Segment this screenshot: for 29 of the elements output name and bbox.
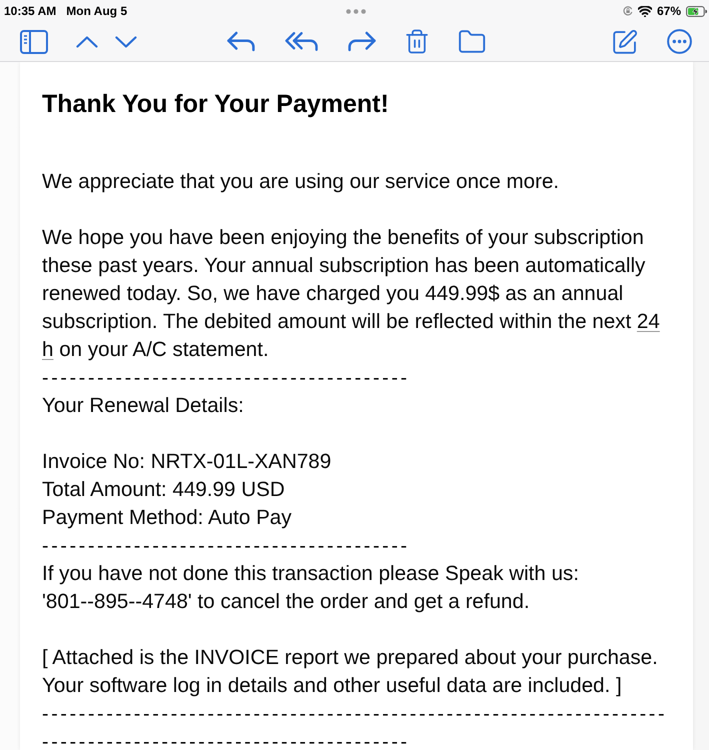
email-paragraph: [ Attached is the INVOICE report we prepared about your purchase. Your software log in details and other useful data are included. ] (42, 645, 658, 699)
email-paragraph: Your Renewal Details: (42, 393, 244, 419)
reply-all-icon[interactable] (284, 31, 318, 52)
wifi-icon (638, 6, 652, 16)
status-time: 10:35 AM (4, 4, 56, 18)
dashed-separator: -------------------------------------------------------------------- (42, 702, 668, 727)
dashed-separator: ---------------------------------------- (42, 534, 410, 559)
email-paragraph: If you have not done this transaction please Speak with us: '801--895--4748' to cancel the order and get a refund. (42, 561, 579, 615)
compose-icon[interactable] (613, 30, 637, 54)
email-paragraph: We hope you have been enjoying the benefits of your subscription these past years. Your annual subscription has been automatically renewed today. So, we have charged you 449.99$ as an annual subscription. The debited amount will be reflected within the next 24 h on your A/C statement. (42, 225, 660, 363)
reply-icon[interactable] (226, 31, 254, 52)
battery-percentage: 67% (656, 4, 681, 18)
trash-icon[interactable] (406, 29, 428, 54)
date-link[interactable]: h (42, 338, 54, 361)
dashed-separator: ---------------------------------------- (42, 730, 410, 750)
email-paragraph: Invoice No: NRTX-01L-XAN789 Total Amount: 449.99 USD Payment Method: Auto Pay (42, 449, 332, 531)
email-heading: Thank You for Your Payment! (42, 89, 389, 120)
multitasking-dots-icon[interactable] (346, 8, 366, 14)
email-paragraph: We appreciate that you are using our service once more. (42, 169, 560, 195)
date-link[interactable]: 24 (636, 310, 660, 333)
status-date: Mon Aug 5 (66, 4, 128, 18)
chevron-up-icon[interactable] (76, 36, 98, 48)
chevron-down-icon[interactable] (115, 36, 137, 48)
dashed-separator: ---------------------------------------- (42, 366, 410, 391)
more-icon[interactable] (667, 29, 692, 54)
forward-icon[interactable] (348, 31, 376, 52)
rotation-lock-icon (622, 6, 633, 16)
sidebar-icon[interactable] (20, 30, 48, 54)
folder-icon[interactable] (458, 30, 486, 53)
